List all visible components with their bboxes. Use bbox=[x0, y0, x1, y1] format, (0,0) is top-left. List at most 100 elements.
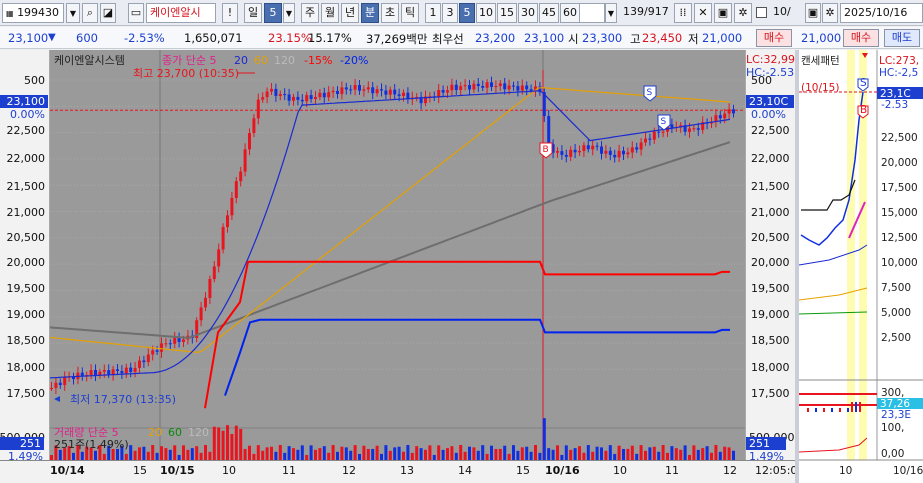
y-tick-right: 18,500 bbox=[751, 334, 790, 347]
minute-button-5[interactable]: 5 bbox=[459, 3, 475, 23]
volume-bar bbox=[512, 445, 515, 460]
count-dropdown-button[interactable]: ▼ bbox=[605, 3, 617, 23]
volume-ma60-legend: 60 bbox=[168, 426, 182, 439]
x-tick-label: 15 bbox=[133, 464, 147, 477]
save-icon: ▣ bbox=[807, 6, 819, 19]
candle-body bbox=[204, 297, 207, 308]
volume-bar bbox=[538, 452, 542, 460]
candle-body bbox=[314, 97, 317, 99]
candlestick-chart[interactable]: B S S 케이엔알시스템 종가 단순 5 20 60 120 -15% -20% 최고 23,70… bbox=[50, 50, 745, 460]
alert-button[interactable]: ! bbox=[222, 3, 238, 23]
volume-bar bbox=[705, 446, 709, 460]
best-ask: 23,200 bbox=[475, 31, 516, 45]
minute-button-10[interactable]: 10 bbox=[476, 3, 496, 23]
day-button[interactable]: 일 bbox=[244, 3, 262, 23]
volume-ma120-legend: 120 bbox=[188, 426, 209, 439]
draw-button[interactable]: ✕ bbox=[694, 3, 712, 23]
volume-bar bbox=[146, 451, 150, 460]
volume-bar bbox=[80, 451, 84, 460]
volume-bar bbox=[274, 451, 278, 460]
y-tick-left: 19,000 bbox=[6, 308, 46, 321]
volume-bar bbox=[208, 451, 212, 460]
minute-button-15[interactable]: 15 bbox=[497, 3, 517, 23]
minute-button-1[interactable]: 1 bbox=[425, 3, 441, 23]
x-tick-label: 13 bbox=[400, 464, 414, 477]
buy-button[interactable]: 매수 bbox=[756, 29, 792, 47]
period-button-4[interactable]: 초 bbox=[381, 3, 399, 23]
candle-body bbox=[512, 85, 515, 87]
mini-save-button[interactable]: ▣ bbox=[805, 3, 821, 23]
mini-settings-button[interactable]: ✲ bbox=[822, 3, 838, 23]
volume-bar bbox=[160, 446, 163, 460]
minute-button-45[interactable]: 45 bbox=[539, 3, 559, 23]
candle-body bbox=[732, 109, 735, 114]
ratio-1: 23.15% bbox=[268, 31, 312, 45]
settings-button[interactable]: ✲ bbox=[734, 3, 752, 23]
period-button-0[interactable]: 주 bbox=[301, 3, 319, 23]
candle-body bbox=[613, 154, 617, 158]
candle-body bbox=[657, 131, 661, 133]
y-tick-right: 19,500 bbox=[751, 282, 790, 295]
candle-body bbox=[296, 96, 300, 100]
volume-bar bbox=[617, 445, 621, 460]
day-count-field[interactable]: 5 bbox=[264, 3, 282, 23]
open-label: 시 bbox=[568, 32, 579, 46]
volume-bar bbox=[195, 446, 199, 460]
mini-pattern-chart[interactable]: 캔세패턴 LC:273, HC:-2,5 (10/15) 23,1C -2.53 22,50… bbox=[799, 50, 923, 483]
volume-bar bbox=[670, 446, 674, 460]
search-button[interactable]: ⌕ bbox=[82, 3, 98, 23]
filter-button[interactable]: ◪ bbox=[100, 3, 116, 23]
mini-title: 캔세패턴 bbox=[801, 55, 840, 67]
mini-volume-bar bbox=[823, 408, 825, 412]
candle-body bbox=[384, 90, 388, 95]
mini-y-tick: 7,500 bbox=[881, 282, 911, 294]
volume-bar bbox=[270, 446, 273, 460]
y-tick-left: 21,000 bbox=[6, 206, 46, 219]
mini-sell-button[interactable]: 매도 bbox=[884, 29, 920, 47]
y-tick-left: 22,000 bbox=[6, 152, 46, 165]
candle-body bbox=[639, 142, 643, 150]
sync-checkbox[interactable] bbox=[756, 7, 767, 18]
save-button[interactable]: ▣ bbox=[714, 3, 732, 23]
candle-body bbox=[322, 92, 326, 98]
volume-bar bbox=[239, 428, 243, 460]
candle-body bbox=[138, 360, 141, 368]
volume-bar bbox=[481, 445, 485, 460]
day-dropdown-button[interactable]: ▼ bbox=[283, 3, 295, 23]
period-button-3[interactable]: 분 bbox=[361, 3, 379, 23]
candle-body bbox=[353, 85, 357, 90]
minute-button-30[interactable]: 30 bbox=[518, 3, 538, 23]
period-button-2[interactable]: 년 bbox=[341, 3, 359, 23]
grid-button[interactable]: ⁞⁞ bbox=[674, 3, 692, 23]
volume-bar bbox=[142, 446, 146, 460]
ma20-legend: 20 bbox=[234, 54, 248, 67]
left-price-axis[interactable]: 500 22,500 22,000 21,500 21,000 20,500 20,000 1… bbox=[0, 50, 50, 463]
volume-bar bbox=[340, 446, 344, 460]
stock-name-field[interactable]: 케이엔알시 bbox=[146, 3, 216, 23]
filter-icon: ◪ bbox=[102, 6, 114, 19]
mini-buy-button[interactable]: 매수 bbox=[843, 29, 879, 47]
mini-price: 21,000 bbox=[801, 31, 842, 45]
candle-body bbox=[358, 85, 361, 91]
stock-code-input[interactable]: ▦ 199430 bbox=[2, 3, 64, 23]
code-dropdown-button[interactable]: ▼ bbox=[66, 3, 80, 23]
candle-body bbox=[582, 145, 586, 152]
candle-body bbox=[586, 145, 590, 150]
volume-bar bbox=[547, 448, 551, 460]
volume-bar bbox=[155, 452, 159, 460]
mini-volume-bar bbox=[839, 408, 841, 412]
minute-button-3[interactable]: 3 bbox=[442, 3, 458, 23]
volume-bar bbox=[652, 446, 656, 460]
date-field[interactable]: 2025/10/16 bbox=[840, 3, 923, 23]
candle-body bbox=[626, 152, 630, 155]
chart-plot-area[interactable]: B S S 케이엔알시스템 종가 단순 5 20 60 120 -15% -20% 최고 23,70… bbox=[50, 50, 745, 460]
lock-button[interactable]: ▭ bbox=[128, 3, 144, 23]
y-tick-right: 22,000 bbox=[751, 152, 790, 165]
time-axis[interactable]: 10/14 15 10/15 10 11 12 13 14 15 10/16 10 11 12 12:05… bbox=[0, 460, 797, 483]
mini-y-tick: 10,000 bbox=[881, 257, 918, 269]
right-price-axis[interactable]: 500 22,500 22,000 21,500 21,000 20,500 20,000 1… bbox=[745, 50, 795, 463]
period-button-1[interactable]: 월 bbox=[321, 3, 339, 23]
candle-body bbox=[397, 94, 401, 97]
minute-button-60[interactable]: 60 bbox=[560, 3, 580, 23]
period-button-5[interactable]: 틱 bbox=[401, 3, 419, 23]
